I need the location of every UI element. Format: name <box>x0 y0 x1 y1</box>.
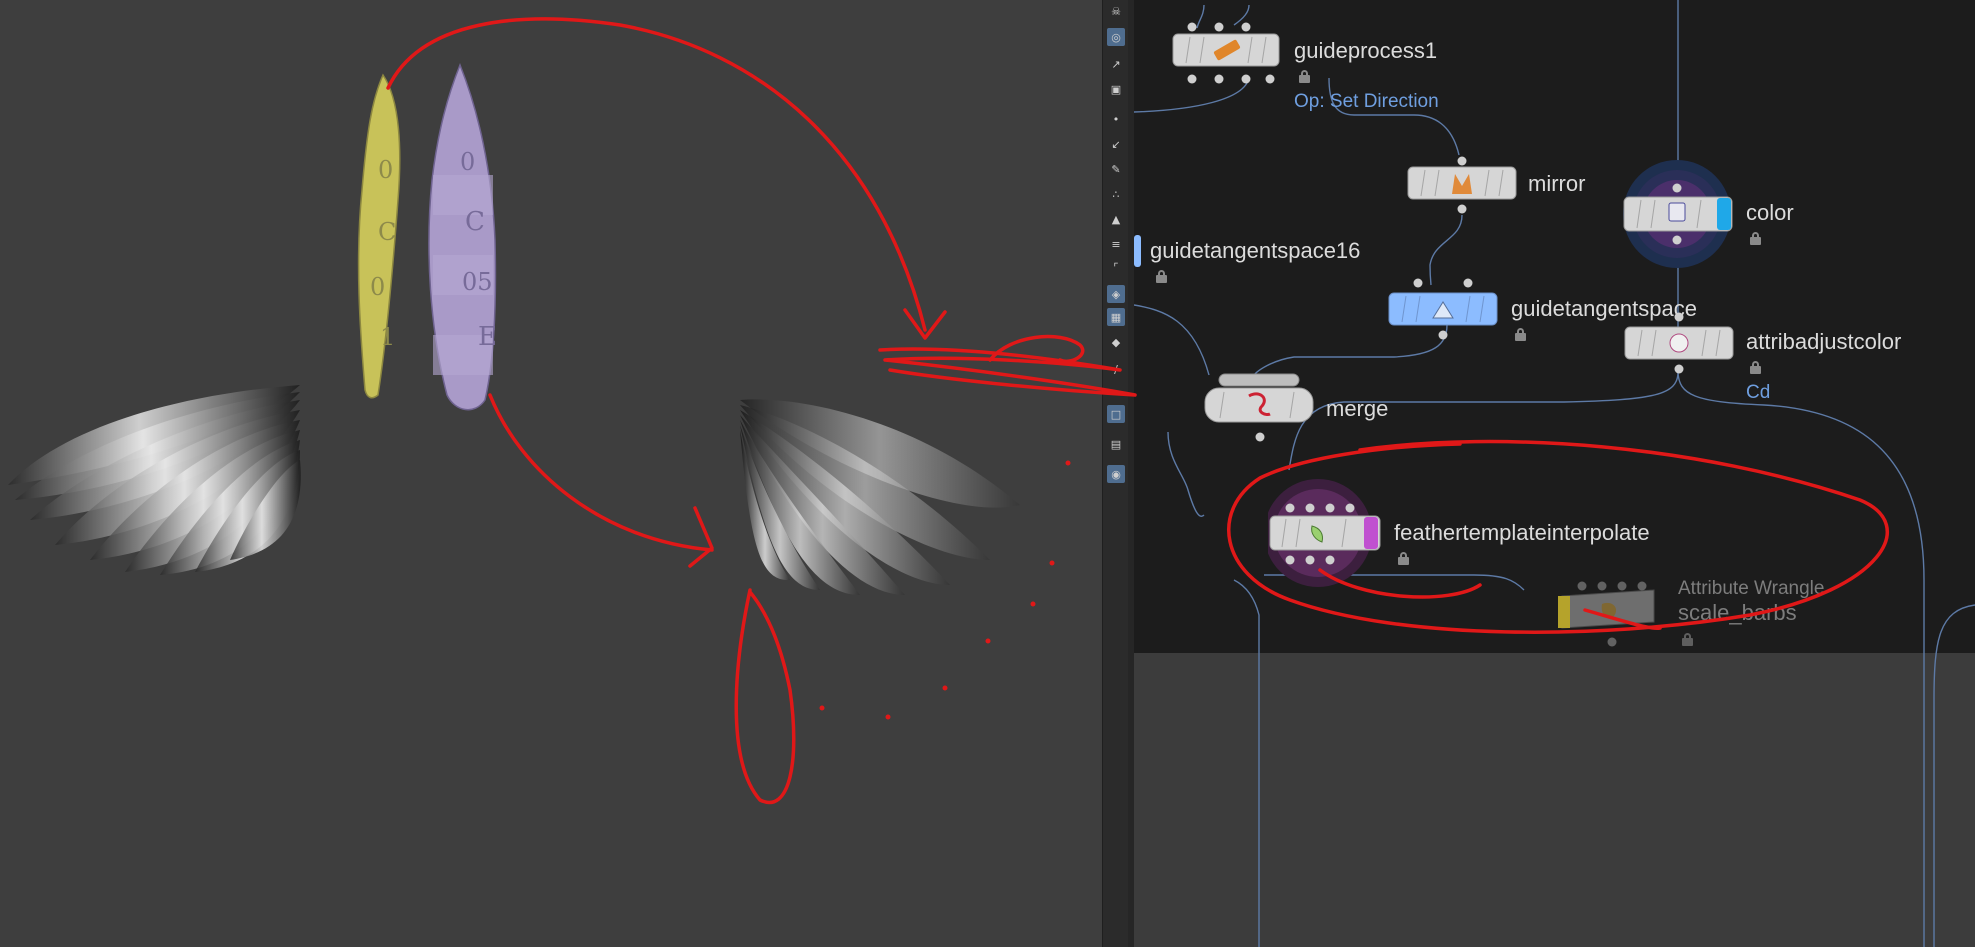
corner-icon[interactable]: ⌜ <box>1107 258 1125 276</box>
purple-glyph-3: 05 <box>462 268 493 296</box>
lock-icon[interactable] <box>1750 232 1761 245</box>
color-flag[interactable] <box>1717 198 1731 230</box>
guideprocess1-op-label: Op: Set Direction <box>1294 91 1439 112</box>
node-color[interactable] <box>1621 158 1733 270</box>
select-icon[interactable]: ↗ <box>1107 55 1125 73</box>
guide-icon[interactable]: ≡ <box>1107 235 1125 253</box>
lock-icon[interactable] <box>1156 270 1167 283</box>
grid-icon[interactable]: ▦ <box>1107 308 1125 326</box>
right-feather-fan <box>740 399 1020 595</box>
left-feather-fan <box>8 385 301 575</box>
network-editor[interactable]: guideprocess1 Op: Set Direction mirror c… <box>1134 0 1975 947</box>
node-feathertemplateinterpolate[interactable] <box>1268 478 1390 592</box>
attribadjustcolor-attr-label: Cd <box>1746 382 1771 403</box>
color-label: color <box>1746 200 1794 225</box>
view-icon[interactable]: ▣ <box>1107 80 1125 98</box>
guideprocess1-ports <box>1187 22 1275 84</box>
point-icon[interactable]: • <box>1107 110 1125 128</box>
feathertemplateinterpolate-flag[interactable] <box>1364 517 1378 549</box>
yellow-feather-template: 0 C 0 1 <box>357 73 401 399</box>
viewport-tool-shelf: ☠ ◎ ↗ ▣ • ↙ ✎ ∴ ▲ ≡ ⌜ ◈ ▦ ◆ ∕ □ ▤ ◉ <box>1102 0 1129 947</box>
lock-icon[interactable] <box>1398 552 1409 565</box>
brush-icon[interactable]: ↙ <box>1107 135 1125 153</box>
guidetangentspace-ports <box>1413 278 1473 340</box>
node-merge[interactable] <box>1204 370 1314 442</box>
vector-icon[interactable]: ∴ <box>1107 185 1125 203</box>
feathertemplateinterpolate-label: feathertemplateinterpolate <box>1394 520 1650 545</box>
node-attribute-wrangle[interactable] <box>1554 576 1670 650</box>
pen-icon[interactable]: ✎ <box>1107 160 1125 178</box>
color-icon <box>1668 202 1686 222</box>
yellow-glyph-1: 0 <box>378 156 393 184</box>
guidetangentspace16-label: guidetangentspace16 <box>1150 238 1361 263</box>
yellow-glyph-3: 0 <box>370 273 385 301</box>
handle-icon[interactable]: ☠ <box>1107 2 1125 20</box>
network-wires <box>1134 0 1975 947</box>
purple-glyph-4: E <box>478 322 497 352</box>
lock-icon[interactable] <box>1299 70 1310 83</box>
wrangle-flag[interactable] <box>1558 596 1570 628</box>
display-icon[interactable]: ◈ <box>1107 285 1125 303</box>
purple-glyph-2: C <box>465 207 485 237</box>
mirror-label: mirror <box>1528 171 1586 196</box>
geometry-icon[interactable]: ▲ <box>1107 210 1125 228</box>
snap-icon[interactable]: ◎ <box>1107 28 1125 46</box>
lock-icon[interactable] <box>1682 633 1693 646</box>
lock-icon[interactable] <box>1750 361 1761 374</box>
light-icon[interactable]: □ <box>1107 405 1125 423</box>
merge-label: merge <box>1326 396 1389 421</box>
viewport-canvas: 0 C 0 1 0 C 05 E <box>8 62 1020 595</box>
lock-icon[interactable] <box>1515 328 1526 341</box>
yellow-glyph-4: 1 <box>380 323 395 351</box>
ruler-icon[interactable]: ∕ <box>1107 360 1125 378</box>
wrangle-type-label: Attribute Wrangle <box>1678 578 1825 599</box>
wrangle-label: scale_barbs <box>1678 600 1797 625</box>
purple-feather-template: 0 C 05 E <box>428 62 497 411</box>
shade-icon[interactable]: ◆ <box>1107 333 1125 351</box>
mirror-ports <box>1457 156 1467 214</box>
purple-glyph-1: 0 <box>460 148 475 176</box>
attribadjustcolor-label: attribadjustcolor <box>1746 329 1902 354</box>
yellow-glyph-2: C <box>378 218 396 246</box>
guideprocess1-label: guideprocess1 <box>1294 38 1438 63</box>
attribadjustcolor-ports <box>1674 312 1684 374</box>
pin-icon[interactable]: ◉ <box>1107 465 1125 483</box>
node-guidetangentspace16[interactable] <box>1134 234 1142 268</box>
scene-viewport[interactable]: 0 C 0 1 0 C 05 E <box>0 0 1102 947</box>
camera-icon[interactable]: ▤ <box>1107 435 1125 453</box>
